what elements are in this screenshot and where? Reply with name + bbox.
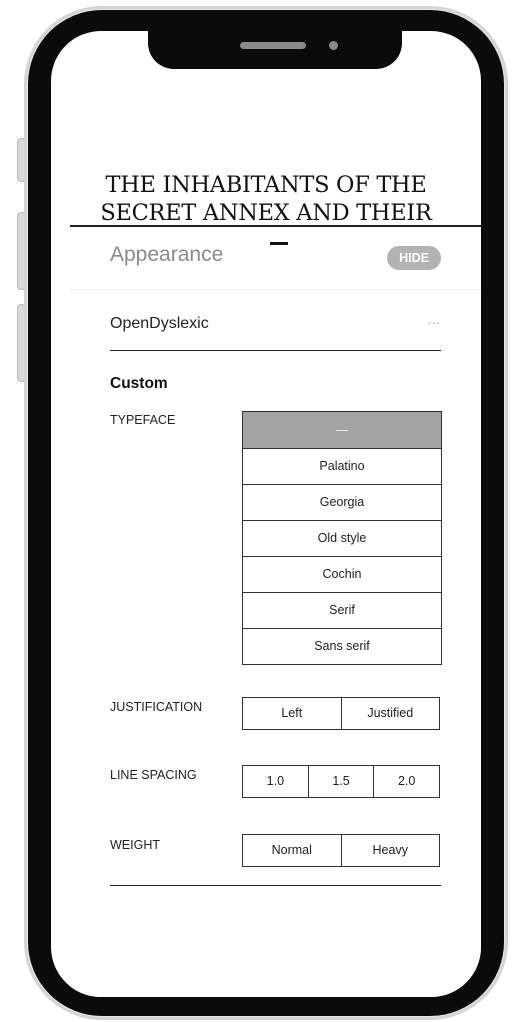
camera-icon bbox=[329, 41, 338, 50]
typeface-option-old-style[interactable]: Old style bbox=[243, 520, 441, 556]
line-spacing-1-0-button[interactable]: 1.0 bbox=[243, 766, 308, 797]
typeface-option-serif[interactable]: Serif bbox=[243, 592, 441, 628]
book-chapter-title: THE INHABITANTS OF THE SECRET ANNEX AND … bbox=[51, 171, 481, 227]
line-spacing-control: 1.0 1.5 2.0 bbox=[242, 765, 440, 798]
typeface-option-selected[interactable]: — bbox=[243, 412, 441, 448]
justification-control: Left Justified bbox=[242, 697, 440, 730]
typeface-label: TYPEFACE bbox=[110, 413, 176, 427]
more-options-icon[interactable]: ... bbox=[428, 313, 441, 327]
weight-heavy-button[interactable]: Heavy bbox=[340, 835, 440, 866]
typeface-list: — Palatino Georgia Old style Cochin Seri… bbox=[242, 411, 442, 665]
line-spacing-2-0-button[interactable]: 2.0 bbox=[373, 766, 439, 797]
typeface-option-sans-serif[interactable]: Sans serif bbox=[243, 628, 441, 664]
bottom-divider bbox=[110, 885, 441, 886]
weight-control: Normal Heavy bbox=[242, 834, 440, 867]
book-title-line: THE INHABITANTS OF THE bbox=[105, 172, 427, 198]
line-spacing-1-5-button[interactable]: 1.5 bbox=[307, 766, 374, 797]
phone-screen: THE INHABITANTS OF THE SECRET ANNEX AND … bbox=[51, 31, 481, 997]
book-title-line: SECRET ANNEX AND THEIR bbox=[100, 200, 432, 226]
appearance-panel: Appearance HIDE OpenDyslexic ... Custom … bbox=[70, 225, 481, 997]
typeface-option-georgia[interactable]: Georgia bbox=[243, 484, 441, 520]
font-preset-name: OpenDyslexic bbox=[110, 315, 209, 332]
custom-section-heading: Custom bbox=[110, 375, 168, 392]
justification-left-button[interactable]: Left bbox=[243, 698, 341, 729]
justification-label: JUSTIFICATION bbox=[110, 700, 203, 714]
speaker-icon bbox=[240, 42, 306, 49]
font-preset-row[interactable]: OpenDyslexic ... bbox=[110, 305, 441, 351]
phone-notch bbox=[148, 31, 402, 69]
hide-button[interactable]: HIDE bbox=[387, 246, 441, 270]
justification-justified-button[interactable]: Justified bbox=[340, 698, 440, 729]
panel-title: Appearance bbox=[110, 243, 224, 266]
typeface-option-cochin[interactable]: Cochin bbox=[243, 556, 441, 592]
line-spacing-label: LINE SPACING bbox=[110, 768, 197, 782]
drag-handle-icon[interactable] bbox=[270, 242, 288, 245]
typeface-option-palatino[interactable]: Palatino bbox=[243, 448, 441, 484]
weight-label: WEIGHT bbox=[110, 838, 160, 852]
panel-header: Appearance HIDE bbox=[70, 227, 481, 290]
weight-normal-button[interactable]: Normal bbox=[243, 835, 341, 866]
